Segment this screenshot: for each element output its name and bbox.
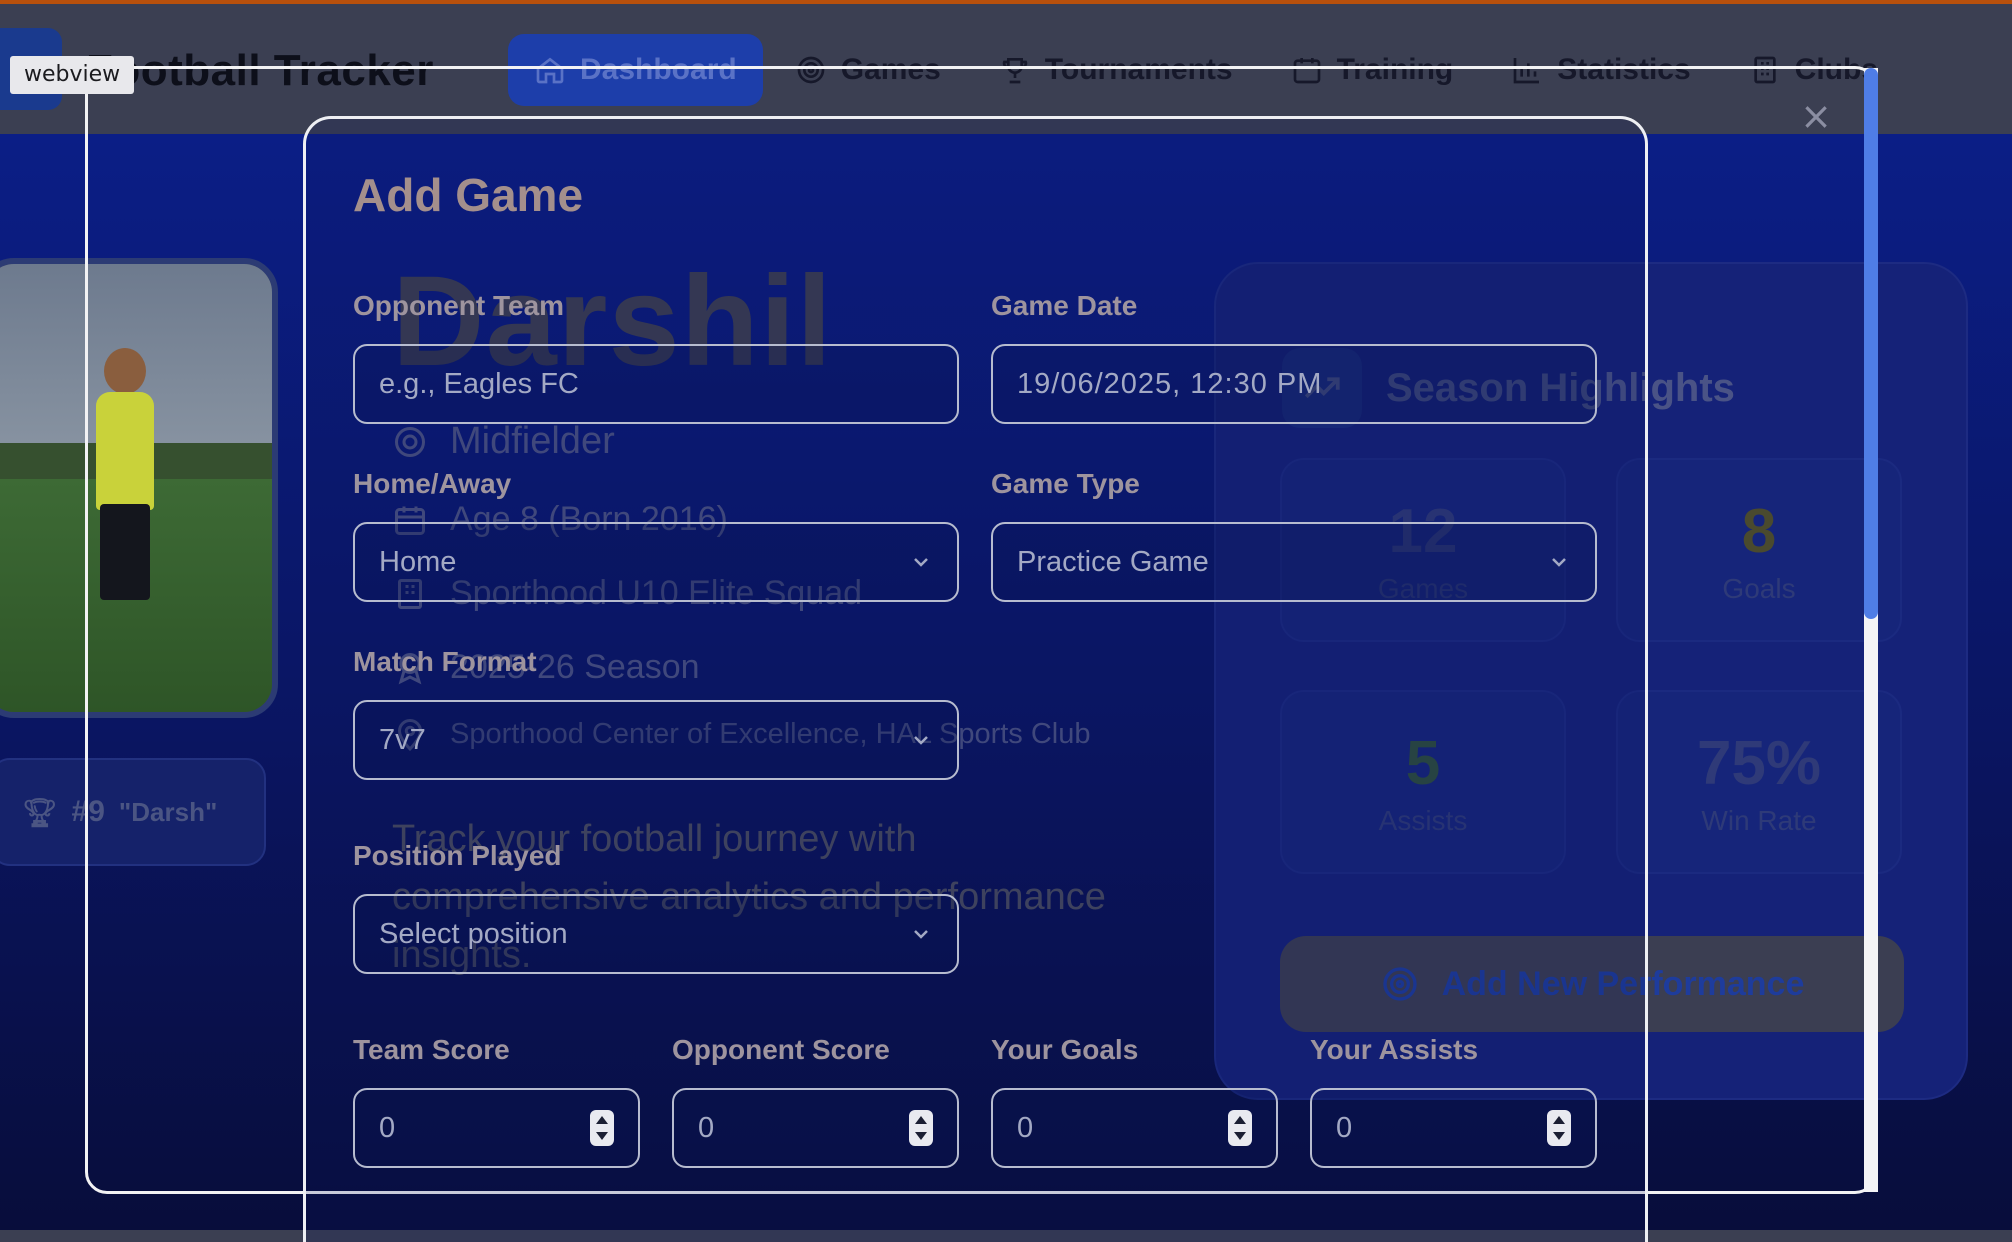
opponent-team-label: Opponent Team <box>353 290 565 321</box>
stepper-icon[interactable] <box>1547 1110 1571 1146</box>
stepper-icon[interactable] <box>590 1110 614 1146</box>
close-icon[interactable]: × <box>1796 96 1836 136</box>
your-goals-label: Your Goals <box>991 1034 1139 1065</box>
scrollbar-thumb[interactable] <box>1864 68 1878 619</box>
chevron-down-icon <box>914 736 928 745</box>
webview-label: webview <box>10 56 135 94</box>
game-type-label: Game Type <box>991 468 1140 499</box>
chevron-down-icon <box>914 930 928 939</box>
match-format-label: Match Format <box>353 646 537 677</box>
stepper-icon[interactable] <box>1228 1110 1252 1146</box>
your-goals-input[interactable]: 0 <box>991 1088 1278 1168</box>
your-assists-label: Your Assists <box>1310 1034 1479 1065</box>
game-type-select[interactable]: Practice Game <box>991 522 1597 602</box>
home-away-label: Home/Away <box>353 468 512 499</box>
team-score-label: Team Score <box>353 1034 510 1065</box>
position-played-label: Position Played <box>353 840 562 871</box>
opponent-team-input[interactable]: e.g., Eagles FC <box>353 344 959 424</box>
stepper-icon[interactable] <box>909 1110 933 1146</box>
modal-title: Add Game <box>353 169 584 221</box>
position-played-select[interactable]: Select position <box>353 894 959 974</box>
opponent-score-label: Opponent Score <box>672 1034 890 1065</box>
team-score-input[interactable]: 0 <box>353 1088 640 1168</box>
chevron-down-icon <box>914 558 928 567</box>
game-date-input[interactable]: 19/06/2025, 12:30 PM <box>991 344 1597 424</box>
trophy-icon: 🏆︎ <box>22 796 58 828</box>
chevron-down-icon <box>1552 558 1566 567</box>
your-assists-input[interactable]: 0 <box>1310 1088 1597 1168</box>
match-format-select[interactable]: 7v7 <box>353 700 959 780</box>
add-game-modal <box>303 116 1648 1242</box>
opponent-score-input[interactable]: 0 <box>672 1088 959 1168</box>
home-away-select[interactable]: Home <box>353 522 959 602</box>
game-date-label: Game Date <box>991 290 1138 321</box>
